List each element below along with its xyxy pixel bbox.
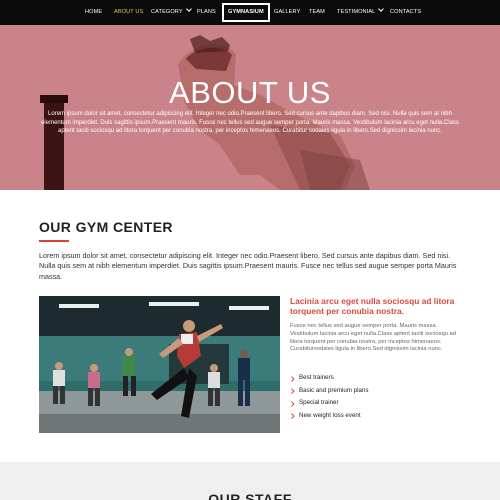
gym-center-details: Fusce nec tellus sed augue semper porta.… [290, 323, 456, 353]
nav-item-contacts[interactable]: CONTACTS [390, 0, 421, 25]
nav-item-testimonial[interactable]: TESTIMONIAL [337, 0, 385, 25]
gym-center-intro: Lorem ipsum dolor sit amet, consectetur … [39, 251, 457, 281]
list-item: Special trainer [289, 397, 368, 410]
list-item: Best trainers [289, 372, 368, 385]
nav-label: PLANS [197, 9, 216, 15]
chevron-right-icon [289, 400, 295, 406]
feature-label: Basic and premium plans [299, 386, 369, 394]
hero-description: Lorem ipsum dolor sit amet, consectetur … [41, 111, 459, 135]
section-title-staff: OUR STAFF [208, 491, 292, 500]
nav-label: TEAM [309, 9, 325, 15]
chevron-down-icon [378, 6, 385, 12]
nav-item-about-us[interactable]: ABOUT US [114, 0, 143, 25]
feature-label: New weight loss event [299, 411, 361, 419]
list-item: New weight loss event [289, 410, 368, 423]
feature-label: Best trainers [299, 374, 334, 381]
nav-label: GYMNASIUM [228, 9, 264, 15]
features-list: Best trainers Basic and premium plans Sp… [289, 372, 369, 423]
gym-center-highlight: Lacinia arcu eget nulla sociosqu ad lito… [290, 296, 455, 317]
nav-item-plans[interactable]: PLANS [197, 0, 216, 25]
nav-label: TESTIMONIAL [337, 9, 376, 15]
chevron-right-icon [289, 388, 295, 394]
list-item: Basic and premium plans [289, 385, 369, 398]
hero-banner: ABOUT US Lorem ipsum dolor sit amet, con… [0, 25, 500, 190]
nav-item-team[interactable]: TEAM [309, 0, 325, 25]
nav-item-category[interactable]: CATEGORY [151, 0, 192, 25]
gym-class-illustration [39, 296, 280, 433]
chevron-right-icon [289, 375, 295, 381]
nav-item-gallery[interactable]: GALLERY [274, 0, 300, 25]
main-navigation: HOME ABOUT US CATEGORY PLANS GYMNASIUM G… [0, 0, 500, 25]
nav-label: CATEGORY [151, 9, 183, 15]
feature-label: Special trainer [299, 399, 339, 406]
gym-class-photo [39, 296, 280, 433]
nav-item-gymnasium[interactable]: GYMNASIUM [222, 3, 270, 22]
hero-title: ABOUT US [169, 75, 331, 110]
nav-label: HOME [85, 9, 103, 15]
nav-label: CONTACTS [390, 9, 422, 15]
nav-label: GALLERY [274, 9, 301, 15]
section-title-gym-center: OUR GYM CENTER [39, 219, 173, 235]
chevron-right-icon [289, 413, 295, 419]
chevron-down-icon [185, 6, 192, 12]
nav-label: ABOUT US [114, 9, 144, 15]
section-title-underline [39, 240, 69, 242]
nav-item-home[interactable]: HOME [85, 0, 102, 25]
